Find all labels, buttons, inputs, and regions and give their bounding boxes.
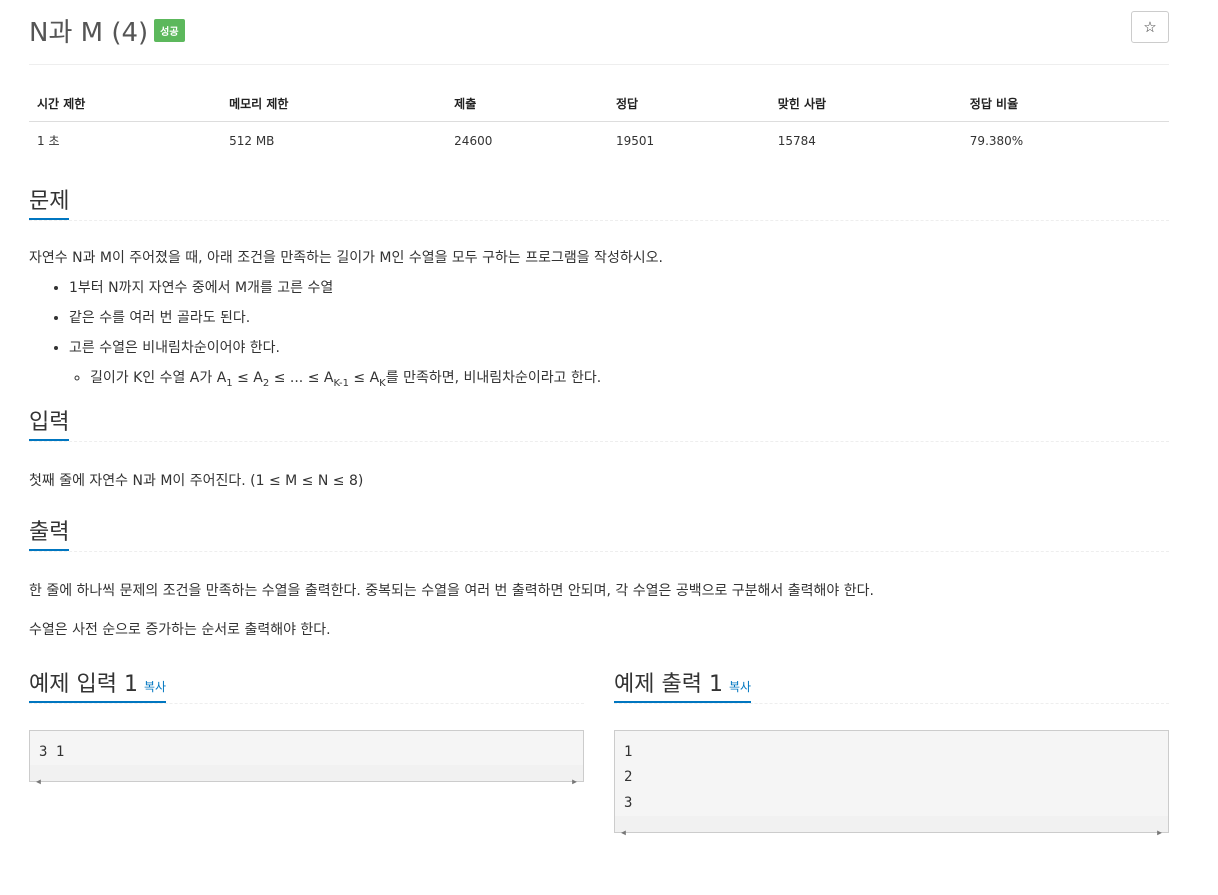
header-accepted: 정답 [607,85,770,122]
scroll-left-icon[interactable]: ◀ [621,820,626,846]
problem-description: 자연수 N과 M이 주어졌을 때, 아래 조건을 만족하는 길이가 M인 수열을… [29,250,663,266]
value-memory-limit: 512 MB [229,133,275,148]
sample-output-box[interactable]: 1 2 3 ◀ ▶ [614,729,1169,837]
samples-row: 예제 입력 1 복사 3 1 ◀ ▶ 예제 출력 1 복사 1 2 3 ◀ ▶ [29,666,1169,856]
problem-title: N과 M (4) [29,18,149,48]
scroll-right-icon[interactable]: ▶ [572,769,577,795]
sample-output-content: 1 2 3 [624,743,633,811]
value-time-limit: 1 초 [37,134,60,148]
output-description-2: 수열은 사전 순으로 증가하는 순서로 출력해야 한다. [29,621,331,638]
value-solved-users: 15784 [777,133,816,148]
star-button[interactable]: ☆ [1131,11,1169,43]
sample-input-title: 예제 입력 1 [29,671,138,697]
sample-output-column: 예제 출력 1 복사 1 2 3 ◀ ▶ [614,666,1169,837]
star-icon: ☆ [1143,18,1157,36]
problem-section: 문제 자연수 N과 M이 주어졌을 때, 아래 조건을 만족하는 길이가 M인 … [29,183,1169,394]
horizontal-scrollbar[interactable]: ◀ ▶ [30,765,583,786]
subrule-part: ≤ A [348,370,380,386]
copy-output-button[interactable]: 복사 [729,680,751,694]
sample-input-content: 3 1 [39,743,65,760]
sample-input-box[interactable]: 3 1 ◀ ▶ [29,729,584,786]
problem-heading: 문제 [29,183,70,220]
sample-output-heading: 예제 출력 1 복사 [614,666,752,703]
condition-item: 같은 수를 여러 번 골라도 된다. [69,308,1169,328]
subrule-part: ≤ A [232,370,263,386]
condition-list: 1부터 N까지 자연수 중에서 M개를 고른 수열 같은 수를 여러 번 골라도… [29,278,1169,394]
input-description: 첫째 줄에 자연수 N과 M이 주어진다. (1 ≤ M ≤ N ≤ 8) [29,472,364,489]
copy-input-button[interactable]: 복사 [144,680,166,694]
sub-condition-list: 길이가 K인 수열 A가 A1 ≤ A2 ≤ ... ≤ AK-1 ≤ AK를 … [69,368,1169,394]
scroll-right-icon[interactable]: ▶ [1157,820,1162,846]
problem-section-header: 문제 [29,183,1169,221]
output-heading: 출력 [29,514,70,551]
header-submissions: 제출 [446,85,608,122]
input-section-header: 입력 [29,404,1169,442]
page-title: N과 M (4) 성공 [29,12,185,49]
subscript: K-1 [333,377,349,389]
condition-text: 고른 수열은 비내림차순이어야 한다. [69,340,280,356]
header-time-limit: 시간 제한 [29,85,222,122]
header-solved-users: 맞힌 사람 [769,85,962,122]
sample-input-heading: 예제 입력 1 복사 [29,666,167,703]
stats-table: 시간 제한 메모리 제한 제출 정답 맞힌 사람 정답 비율 1 초 512 M… [29,85,1169,159]
subrule-suffix: 를 만족하면, 비내림차순이라고 한다. [385,370,602,386]
value-submissions: 24600 [454,133,493,148]
stats-header-row: 시간 제한 메모리 제한 제출 정답 맞힌 사람 정답 비율 [29,85,1169,122]
output-section: 출력 한 줄에 하나씩 문제의 조건을 만족하는 수열을 출력한다. 중복되는 … [29,514,1169,640]
title-row: N과 M (4) 성공 ☆ [29,0,1169,65]
input-heading: 입력 [29,404,70,441]
sample-output-header: 예제 출력 1 복사 [614,666,1169,704]
output-description: 한 줄에 하나씩 문제의 조건을 만족하는 수열을 출력한다. 중복되는 수열을… [29,582,874,599]
sample-input-header: 예제 입력 1 복사 [29,666,584,704]
sample-output-title: 예제 출력 1 [614,671,723,697]
stats-value-row: 1 초 512 MB 24600 19501 15784 79.380% [29,122,1169,160]
subrule-prefix: 길이가 K인 수열 A가 A [90,370,227,386]
input-section: 입력 첫째 줄에 자연수 N과 M이 주어진다. (1 ≤ M ≤ N ≤ 8) [29,404,1169,491]
condition-item: 1부터 N까지 자연수 중에서 M개를 고른 수열 [69,278,1169,298]
header-accept-ratio: 정답 비율 [961,85,1169,122]
subrule-part: ≤ ... ≤ A [269,370,334,386]
scroll-left-icon[interactable]: ◀ [36,769,41,795]
condition-item: 고른 수열은 비내림차순이어야 한다. 길이가 K인 수열 A가 A1 ≤ A2… [69,338,1169,394]
problem-page: N과 M (4) 성공 ☆ 시간 제한 메모리 제한 제출 정답 맞힌 사람 정답… [29,0,1169,856]
horizontal-scrollbar[interactable]: ◀ ▶ [615,816,1168,837]
output-section-header: 출력 [29,514,1169,552]
status-badge: 성공 [154,19,185,42]
sample-input-column: 예제 입력 1 복사 3 1 ◀ ▶ [29,666,584,786]
sub-condition-item: 길이가 K인 수열 A가 A1 ≤ A2 ≤ ... ≤ AK-1 ≤ AK를 … [90,368,1169,394]
value-accepted: 19501 [615,133,655,148]
value-accept-ratio: 79.380% [969,133,1024,148]
header-memory-limit: 메모리 제한 [221,85,447,122]
